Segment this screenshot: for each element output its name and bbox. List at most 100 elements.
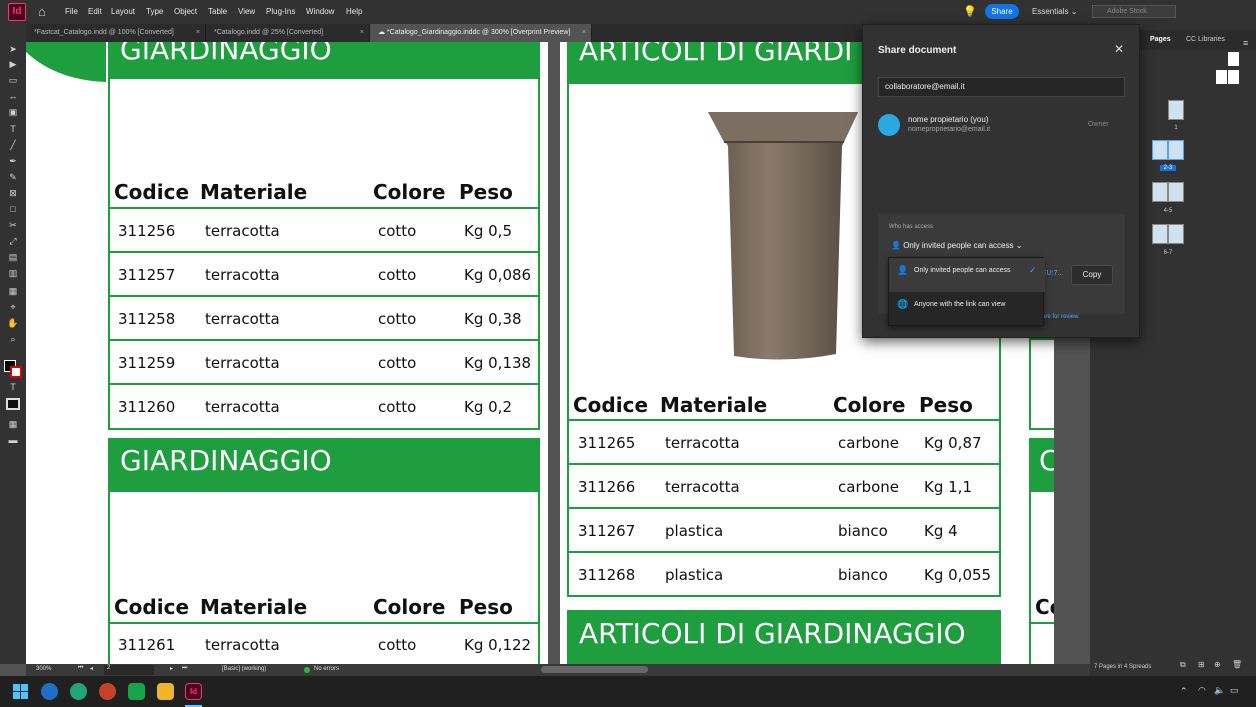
page-field[interactable]: 2 bbox=[104, 665, 154, 675]
page-tool-icon[interactable]: ▭ bbox=[7, 75, 19, 86]
access-dropdown-menu: 👤 Only invited people can access ✓ 🌐 Any… bbox=[888, 257, 1045, 326]
articles-title: ARTICOLI DI GIARDI bbox=[579, 42, 853, 67]
access-select[interactable]: 👤 Only invited people can access ⌄ bbox=[891, 241, 1022, 250]
prev-page-icon[interactable]: ◂ bbox=[90, 665, 93, 672]
zoom-tool-icon[interactable]: ⌕ bbox=[7, 334, 19, 345]
panel-menu-icon[interactable]: ≡ bbox=[1243, 38, 1248, 48]
header-weight: Peso bbox=[919, 393, 973, 417]
preview-mode-icon[interactable]: ▬ bbox=[7, 435, 19, 446]
share-link-fragment[interactable]: EU:7... bbox=[1042, 270, 1063, 277]
close-icon[interactable]: × bbox=[360, 24, 364, 42]
page-thumb-3[interactable] bbox=[1168, 140, 1184, 160]
close-icon[interactable]: ✕ bbox=[1114, 42, 1124, 56]
page-thumb-2[interactable] bbox=[1152, 140, 1168, 160]
option-invited-only[interactable]: 👤 Only invited people can access ✓ bbox=[889, 258, 1045, 292]
page-thumb-4[interactable] bbox=[1152, 182, 1168, 202]
stroke-swatch[interactable] bbox=[10, 366, 22, 378]
note-tool-icon[interactable]: ▦ bbox=[7, 286, 19, 297]
menu-help[interactable]: Help bbox=[346, 7, 362, 16]
page-thumb-1[interactable] bbox=[1168, 100, 1184, 120]
tab-catalogo-giardinaggio[interactable]: ☁ *Catalogo_Giardinaggio.inddc @ 300% [O… bbox=[370, 24, 592, 42]
app-icon-3[interactable] bbox=[99, 683, 116, 700]
new-master-icon[interactable]: ⊞ bbox=[1198, 660, 1205, 669]
option-anyone-with-link[interactable]: 🌐 Anyone with the link can view bbox=[889, 292, 1045, 326]
last-page-icon[interactable]: ⏭ bbox=[182, 665, 187, 672]
direct-selection-tool-icon[interactable]: ▶ bbox=[7, 59, 19, 70]
page-thumb-7[interactable] bbox=[1168, 224, 1184, 244]
close-icon[interactable]: × bbox=[196, 24, 200, 42]
menu-plugins[interactable]: Plug-Ins bbox=[266, 7, 295, 16]
close-icon[interactable]: × bbox=[582, 24, 586, 42]
menu-edit[interactable]: Edit bbox=[88, 7, 102, 16]
tab-pages[interactable]: Pages bbox=[1150, 30, 1171, 50]
tab-catalogo[interactable]: *Catalogo.indd @ 25% [Converted] × bbox=[206, 24, 370, 42]
menu-table[interactable]: Table bbox=[208, 7, 227, 16]
new-page-icon[interactable]: ⊕ bbox=[1214, 660, 1221, 669]
adobe-stock-search[interactable]: Adobe Stock bbox=[1092, 5, 1176, 18]
page-thumb-5[interactable] bbox=[1168, 182, 1184, 202]
zoom-level[interactable]: 300% bbox=[36, 666, 51, 672]
delete-page-icon[interactable]: 🗑 bbox=[1232, 660, 1242, 669]
cell-weight: Kg 0,2 bbox=[464, 398, 512, 416]
globe-icon: 🌐 bbox=[897, 299, 909, 309]
page-thumb-6[interactable] bbox=[1152, 224, 1168, 244]
rectangle-tool-icon[interactable]: □ bbox=[7, 204, 19, 215]
menu-object[interactable]: Object bbox=[174, 7, 197, 16]
app-icon-4[interactable] bbox=[128, 683, 145, 700]
workspace-switcher[interactable]: Essentials ⌄ bbox=[1032, 7, 1077, 16]
screen-mode-icon[interactable]: ▦ bbox=[7, 419, 19, 430]
free-transform-tool-icon[interactable]: ⤢ bbox=[7, 236, 19, 247]
type-tool-icon[interactable]: T bbox=[7, 124, 19, 135]
edit-page-size-icon[interactable]: ⧉ bbox=[1180, 660, 1186, 670]
normal-view-icon[interactable] bbox=[6, 398, 20, 410]
formatting-affects-icon[interactable]: T bbox=[7, 382, 19, 393]
app-icon-2[interactable] bbox=[70, 683, 87, 700]
eyedropper-tool-icon[interactable]: ⌖ bbox=[7, 302, 19, 313]
master-page-thumb[interactable] bbox=[1228, 52, 1239, 66]
master-page-thumb[interactable] bbox=[1216, 70, 1227, 84]
file-explorer-icon[interactable] bbox=[157, 683, 174, 700]
rectangle-frame-tool-icon[interactable]: ⊠ bbox=[7, 188, 19, 199]
gradient-tool-icon[interactable]: ▤ bbox=[7, 252, 19, 263]
share-for-review-link[interactable]: are for review. bbox=[1042, 314, 1080, 320]
menu-file[interactable]: File bbox=[65, 7, 78, 16]
volume-icon[interactable]: 🔈 bbox=[1214, 685, 1225, 696]
owner-name: nome propietario (you) bbox=[908, 115, 989, 124]
menu-layout[interactable]: Layout bbox=[111, 7, 135, 16]
home-icon[interactable]: ⌂ bbox=[38, 5, 52, 19]
horizontal-scrollbar[interactable] bbox=[541, 666, 648, 673]
gradient-feather-tool-icon[interactable]: ▥ bbox=[7, 268, 19, 279]
scissors-tool-icon[interactable]: ✂ bbox=[7, 220, 19, 231]
preflight-profile[interactable]: [Basic] (working) bbox=[222, 666, 266, 672]
pencil-tool-icon[interactable]: ✎ bbox=[7, 172, 19, 183]
share-button[interactable]: Share bbox=[985, 4, 1019, 19]
chevron-up-icon[interactable]: ⌃ bbox=[1180, 686, 1188, 697]
battery-icon[interactable]: ▭ bbox=[1230, 685, 1239, 696]
invite-email-field[interactable]: collaboratore@email.it bbox=[878, 77, 1125, 97]
menu-window[interactable]: Window bbox=[306, 7, 334, 16]
first-page-icon[interactable]: ⏮ bbox=[78, 665, 83, 672]
master-page-thumb[interactable] bbox=[1228, 70, 1239, 84]
line-tool-icon[interactable]: ╱ bbox=[7, 140, 19, 151]
pen-tool-icon[interactable]: ✒ bbox=[7, 156, 19, 167]
cell-color: carbone bbox=[838, 434, 900, 452]
next-page-icon[interactable]: ▸ bbox=[170, 665, 173, 672]
app-icon-1[interactable] bbox=[41, 683, 58, 700]
people-icon: 👤 bbox=[897, 265, 909, 275]
windows-start-icon[interactable] bbox=[13, 684, 28, 699]
lightbulb-icon[interactable]: 💡 bbox=[963, 5, 977, 18]
cell-material: plastica bbox=[665, 522, 724, 540]
owner-email: nomeproprietario@email.it bbox=[908, 126, 991, 133]
tab-cc-libraries[interactable]: CC Libraries bbox=[1186, 30, 1225, 50]
hand-tool-icon[interactable]: ✋ bbox=[7, 318, 19, 329]
content-collector-icon[interactable]: ▣ bbox=[7, 107, 19, 118]
copy-link-button[interactable]: Copy bbox=[1071, 265, 1113, 285]
gap-tool-icon[interactable]: ↔ bbox=[7, 91, 19, 102]
menu-view[interactable]: View bbox=[238, 7, 255, 16]
wifi-icon[interactable]: ◠ bbox=[1198, 685, 1206, 696]
tab-fastcat[interactable]: *Fastcat_Catalogo.indd @ 100% [Converted… bbox=[26, 24, 206, 42]
menu-type[interactable]: Type bbox=[146, 7, 163, 16]
indesign-taskbar-icon[interactable]: Id bbox=[185, 683, 202, 700]
selection-tool-icon[interactable]: ➤ bbox=[7, 44, 19, 55]
cell-weight: Kg 0,086 bbox=[464, 266, 532, 284]
